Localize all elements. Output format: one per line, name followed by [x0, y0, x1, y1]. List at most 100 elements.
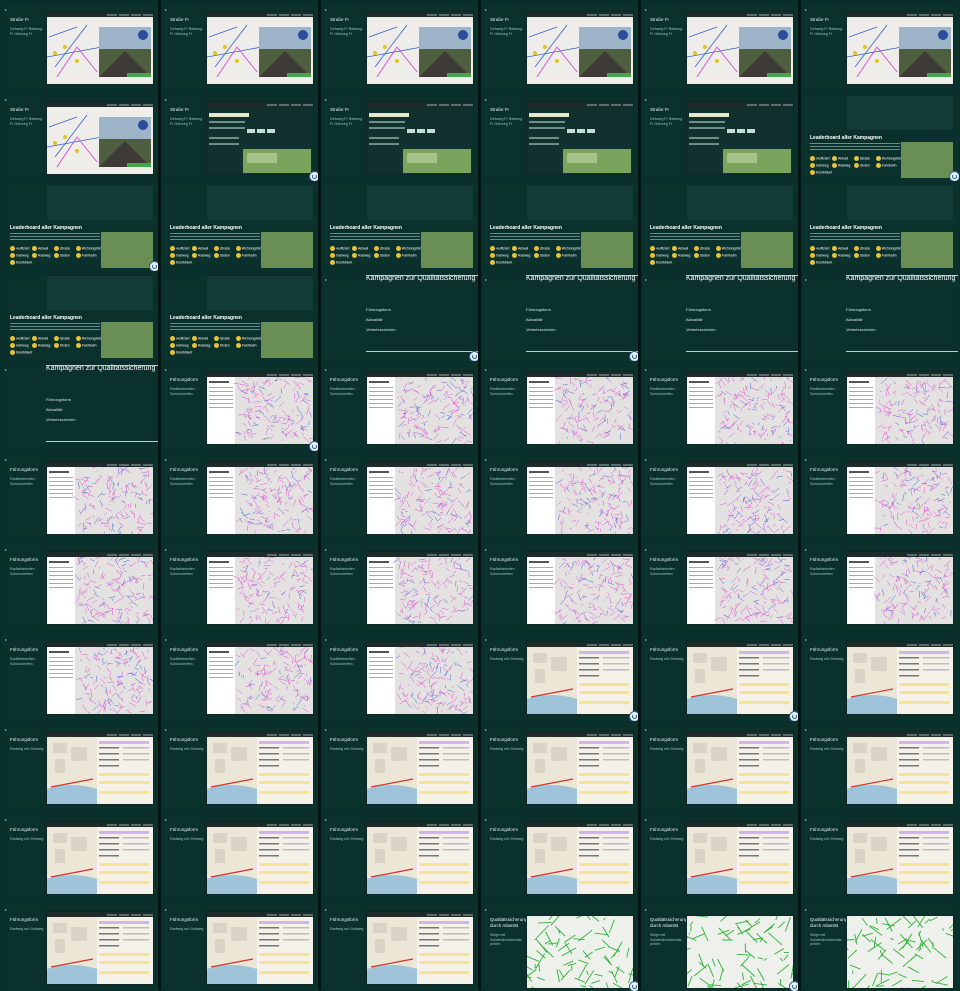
toolbar-tab[interactable]	[279, 913, 289, 916]
toolbar-tab[interactable]	[599, 13, 609, 16]
toolbar-tab[interactable]	[783, 13, 793, 16]
toolbar-tab[interactable]	[439, 373, 449, 376]
toolbar-tab[interactable]	[747, 643, 757, 646]
toolbar-tab[interactable]	[759, 643, 769, 646]
leaderboard-badge[interactable]: Gehweg	[490, 253, 509, 258]
toolbar-tab[interactable]	[439, 643, 449, 646]
leaderboard-badge[interactable]: Fahrbahn	[876, 163, 897, 168]
toolbar-tab[interactable]	[291, 553, 301, 556]
toolbar-tab[interactable]	[919, 13, 929, 16]
toolbar-tab[interactable]	[143, 733, 153, 736]
toolbar-tab[interactable]	[931, 463, 941, 466]
toolbar-tab[interactable]	[931, 643, 941, 646]
leaderboard-badge[interactable]: Radweg	[832, 253, 850, 258]
leaderboard-badge[interactable]: Aktuell	[352, 246, 368, 251]
toolbar-tab[interactable]	[463, 733, 473, 736]
toolbar-tab[interactable]	[119, 13, 129, 16]
toolbar-tab[interactable]	[919, 823, 929, 826]
leaderboard-badge[interactable]: verifiziert	[490, 246, 510, 251]
toolbar-tab[interactable]	[907, 373, 917, 376]
leaderboard-badge[interactable]: Stufen	[54, 253, 70, 258]
leaderboard-badge[interactable]: Radweg	[192, 343, 210, 348]
toolbar-tab[interactable]	[303, 823, 313, 826]
toolbar-tab[interactable]	[611, 373, 621, 376]
toolbar-tab[interactable]	[131, 913, 141, 916]
toolbar-tab[interactable]	[463, 373, 473, 376]
toolbar-tab[interactable]	[279, 463, 289, 466]
toolbar-tab[interactable]	[303, 643, 313, 646]
toolbar-tab[interactable]	[623, 373, 633, 376]
leaderboard-badge[interactable]: Gehweg	[10, 253, 29, 258]
toolbar-tab[interactable]	[427, 733, 437, 736]
toolbar-tab[interactable]	[439, 103, 449, 106]
leaderboard-badge[interactable]: Aktuell	[192, 246, 208, 251]
toolbar-tab[interactable]	[267, 553, 277, 556]
leaderboard-badge[interactable]: Gehweg	[810, 163, 829, 168]
toolbar-tab[interactable]	[451, 13, 461, 16]
toolbar-tab[interactable]	[279, 13, 289, 16]
toolbar-tab[interactable]	[783, 733, 793, 736]
toolbar-tab[interactable]	[119, 553, 129, 556]
toolbar-tab[interactable]	[771, 373, 781, 376]
toolbar-tab[interactable]	[439, 913, 449, 916]
toolbar-tab[interactable]	[131, 463, 141, 466]
toolbar-tab[interactable]	[119, 643, 129, 646]
toolbar-tab[interactable]	[747, 103, 757, 106]
toolbar-tab[interactable]	[747, 463, 757, 466]
toolbar-tab[interactable]	[291, 733, 301, 736]
toolbar-tab[interactable]	[931, 553, 941, 556]
leaderboard-badge[interactable]: Gehweg	[10, 343, 29, 348]
toolbar-tab[interactable]	[267, 463, 277, 466]
toolbar-tab[interactable]	[463, 103, 473, 106]
toolbar-tab[interactable]	[587, 463, 597, 466]
toolbar-tab[interactable]	[291, 913, 301, 916]
toolbar-tab[interactable]	[119, 913, 129, 916]
leaderboard-badge[interactable]: Kombiniert	[10, 260, 32, 265]
toolbar-tab[interactable]	[599, 823, 609, 826]
leaderboard-badge[interactable]: Aktuell	[512, 246, 528, 251]
toolbar-tab[interactable]	[107, 823, 117, 826]
leaderboard-badge[interactable]: Kombiniert	[810, 260, 832, 265]
toolbar-tab[interactable]	[611, 733, 621, 736]
toolbar-tab[interactable]	[303, 373, 313, 376]
toolbar-tab[interactable]	[463, 913, 473, 916]
toolbar-tab[interactable]	[783, 463, 793, 466]
toolbar-tab[interactable]	[587, 553, 597, 556]
leaderboard-badge[interactable]: Gehweg	[330, 253, 349, 258]
toolbar-tab[interactable]	[907, 643, 917, 646]
toolbar-tab[interactable]	[587, 103, 597, 106]
toolbar-tab[interactable]	[291, 643, 301, 646]
leaderboard-badge[interactable]: Gehweg	[170, 343, 189, 348]
toolbar-tab[interactable]	[783, 823, 793, 826]
toolbar-tab[interactable]	[771, 13, 781, 16]
toolbar-tab[interactable]	[919, 733, 929, 736]
leaderboard-badge[interactable]: Stufen	[694, 253, 710, 258]
toolbar-tab[interactable]	[427, 913, 437, 916]
leaderboard-badge[interactable]: verifiziert	[810, 156, 830, 161]
toolbar-tab[interactable]	[451, 733, 461, 736]
toolbar-tab[interactable]	[427, 373, 437, 376]
leaderboard-badge[interactable]: Stufen	[54, 343, 70, 348]
toolbar-tab[interactable]	[303, 733, 313, 736]
toolbar-tab[interactable]	[771, 463, 781, 466]
toolbar-tab[interactable]	[747, 823, 757, 826]
leaderboard-badge[interactable]: Radweg	[192, 253, 210, 258]
leaderboard-badge[interactable]: Straße	[854, 246, 870, 251]
toolbar-tab[interactable]	[107, 13, 117, 16]
toolbar-tab[interactable]	[611, 643, 621, 646]
toolbar-tab[interactable]	[931, 823, 941, 826]
toolbar-tab[interactable]	[587, 733, 597, 736]
leaderboard-badge[interactable]: verifiziert	[170, 246, 190, 251]
toolbar-tab[interactable]	[587, 13, 597, 16]
toolbar-tab[interactable]	[623, 553, 633, 556]
toolbar-tab[interactable]	[463, 643, 473, 646]
toolbar-tab[interactable]	[143, 463, 153, 466]
leaderboard-badge[interactable]: Straße	[534, 246, 550, 251]
toolbar-tab[interactable]	[291, 13, 301, 16]
toolbar-tab[interactable]	[747, 13, 757, 16]
toolbar-tab[interactable]	[267, 913, 277, 916]
toolbar-tab[interactable]	[747, 373, 757, 376]
leaderboard-badge[interactable]: verifiziert	[170, 336, 190, 341]
toolbar-tab[interactable]	[427, 103, 437, 106]
toolbar-tab[interactable]	[623, 103, 633, 106]
